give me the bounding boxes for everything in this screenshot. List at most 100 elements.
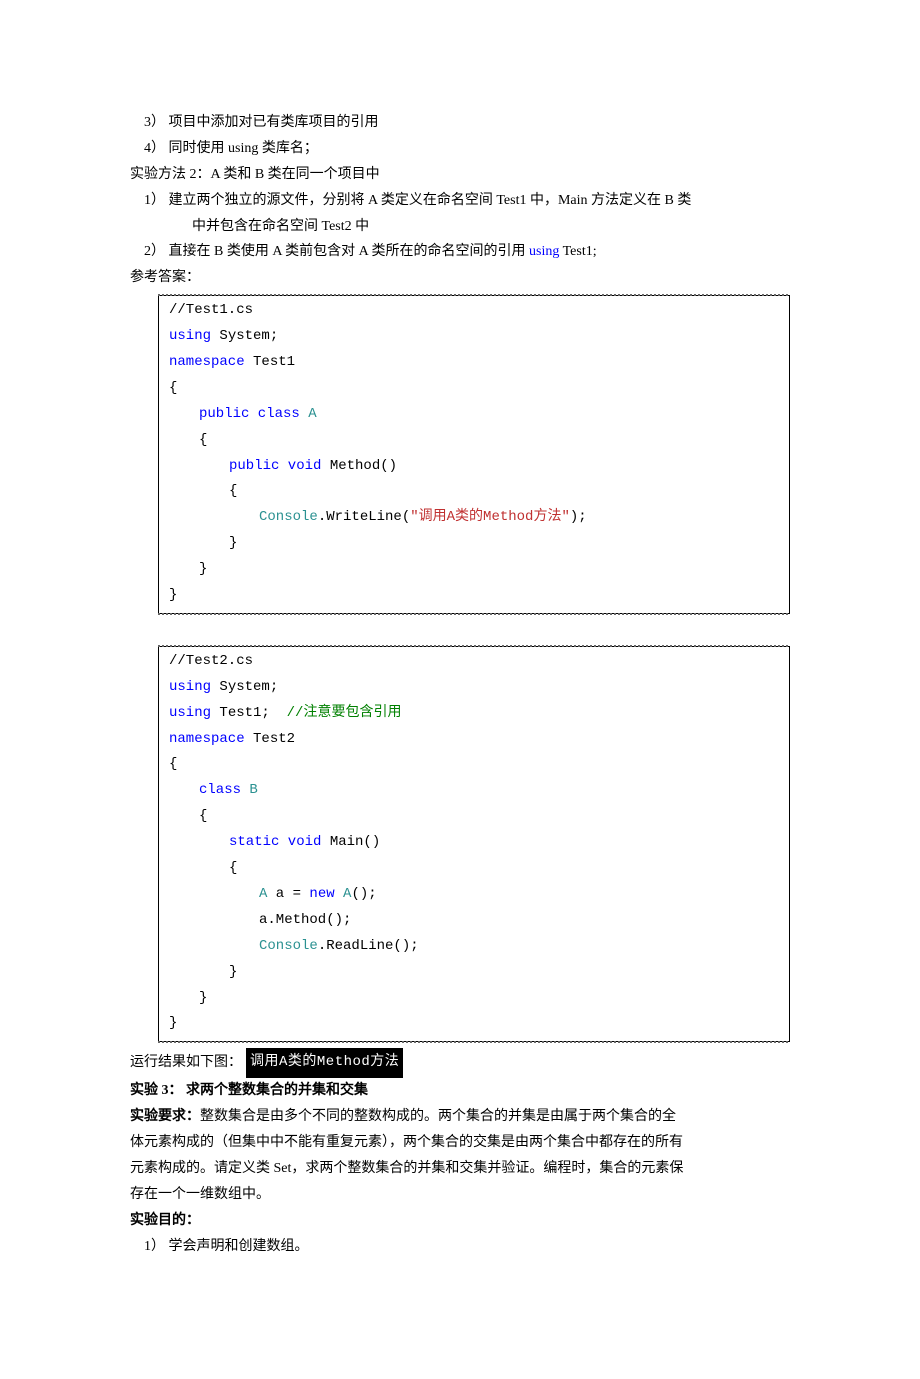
code-line: {: [169, 376, 779, 402]
experiment3-requirement-d: 存在一个一维数组中。: [130, 1182, 790, 1208]
kw-public-class: public class: [199, 406, 300, 422]
text: Test1;: [559, 244, 596, 259]
method2-step1a: 1） 建立两个独立的源文件，分别将 A 类定义在命名空间 Test1 中，Mai…: [130, 188, 790, 214]
kw-new: new: [309, 886, 334, 902]
text: ();: [351, 886, 376, 902]
text: }: [229, 535, 237, 551]
text: 实验目的：: [130, 1213, 200, 1228]
answers-label: 参考答案：: [130, 265, 790, 291]
console-output-badge: 调用A类的Method方法: [246, 1048, 403, 1078]
code-line: public class A: [169, 402, 779, 428]
code-block-test1: //Test1.cs using System; namespace Test1…: [158, 295, 790, 614]
kw-class: class: [199, 782, 241, 798]
list-item-4: 4） 同时使用 using 类库名；: [130, 136, 790, 162]
text: Method(): [321, 458, 397, 474]
type-B: B: [241, 782, 258, 798]
code-line: using System;: [169, 324, 779, 350]
code-line: }: [169, 583, 779, 609]
kw-namespace: namespace: [169, 354, 245, 370]
method2-title: 实验方法 2：A 类和 B 类在同一个项目中: [130, 162, 790, 188]
code-line: namespace Test2: [169, 727, 779, 753]
text: System;: [211, 679, 278, 695]
code-line: Console.ReadLine();: [169, 934, 779, 960]
text: }: [199, 990, 207, 1006]
kw-using: using: [169, 328, 211, 344]
text: {: [169, 380, 177, 396]
run-result-line: 运行结果如下图： 调用A类的Method方法: [130, 1048, 790, 1078]
text: 整数集合是由多个不同的整数构成的。两个集合的并集是由属于两个集合的全: [200, 1109, 676, 1124]
text: 2） 直接在 B 类使用 A 类前包含对 A 类所在的命名空间的引用: [144, 244, 529, 259]
kw-using: using: [169, 679, 211, 695]
method2-step1b: 中并包含在命名空间 Test2 中: [130, 214, 790, 240]
code-block-test2: //Test2.cs using System; using Test1; //…: [158, 646, 790, 1042]
comment: //注意要包含引用: [287, 705, 402, 721]
type-A: A: [335, 886, 352, 902]
text: 实验 3： 求两个整数集合的并集和交集: [130, 1083, 368, 1098]
text: {: [229, 860, 237, 876]
text: 1） 学会声明和创建数组。: [144, 1239, 309, 1254]
text: .WriteLine(: [318, 509, 410, 525]
type-A: A: [300, 406, 317, 422]
type-console: Console: [259, 938, 318, 954]
method2-step2: 2） 直接在 B 类使用 A 类前包含对 A 类所在的命名空间的引用 using…: [130, 239, 790, 265]
text: {: [169, 756, 177, 772]
experiment3-requirement: 实验要求：整数集合是由多个不同的整数构成的。两个集合的并集是由属于两个集合的全: [130, 1104, 790, 1130]
text: }: [169, 1015, 177, 1031]
text: .ReadLine();: [318, 938, 419, 954]
code-line: a.Method();: [169, 908, 779, 934]
experiment3-title: 实验 3： 求两个整数集合的并集和交集: [130, 1078, 790, 1104]
code-line: }: [169, 531, 779, 557]
code-keyword: using: [529, 244, 559, 259]
experiment3-requirement-c: 元素构成的。请定义类 Set，求两个整数集合的并集和交集并验证。编程时，集合的元…: [130, 1156, 790, 1182]
code-line: {: [169, 428, 779, 454]
text: Test1: [245, 354, 295, 370]
text: System;: [211, 328, 278, 344]
text: a.Method();: [259, 912, 351, 928]
kw-namespace: namespace: [169, 731, 245, 747]
code-line: //Test1.cs: [169, 298, 779, 324]
text: 中并包含在命名空间 Test2 中: [192, 219, 369, 234]
code-line: {: [169, 856, 779, 882]
experiment3-purpose-label: 实验目的：: [130, 1208, 790, 1234]
document-page: 3） 项目中添加对已有类库项目的引用 4） 同时使用 using 类库名； 实验…: [0, 0, 920, 1379]
code-line: }: [169, 960, 779, 986]
text: }: [169, 587, 177, 603]
code-line: {: [169, 804, 779, 830]
code-line: using System;: [169, 675, 779, 701]
string-literal: "调用A类的Method方法": [410, 509, 570, 525]
text: Test2: [245, 731, 295, 747]
code-line: {: [169, 752, 779, 778]
text: );: [570, 509, 587, 525]
experiment3-requirement-b: 体元素构成的（但集中中不能有重复元素），两个集合的交集是由两个集合中都存在的所有: [130, 1130, 790, 1156]
text: 元素构成的。请定义类 Set，求两个整数集合的并集和交集并验证。编程时，集合的元…: [130, 1161, 683, 1176]
text: 1） 建立两个独立的源文件，分别将 A 类定义在命名空间 Test1 中，Mai…: [144, 193, 691, 208]
text: 实验方法 2：A 类和 B 类在同一个项目中: [130, 167, 380, 182]
text: }: [199, 561, 207, 577]
kw-using: using: [169, 705, 211, 721]
code-line: //Test2.cs: [169, 649, 779, 675]
code-line: using Test1; //注意要包含引用: [169, 701, 779, 727]
text: 3） 项目中添加对已有类库项目的引用: [144, 115, 379, 130]
experiment3-purpose-1: 1） 学会声明和创建数组。: [130, 1234, 790, 1260]
code-line: A a = new A();: [169, 882, 779, 908]
text: 参考答案：: [130, 270, 200, 285]
text: 4） 同时使用 using 类库名；: [144, 141, 318, 156]
run-label: 运行结果如下图：: [130, 1050, 242, 1076]
text: Test1;: [211, 705, 287, 721]
text: 体元素构成的（但集中中不能有重复元素），两个集合的交集是由两个集合中都存在的所有: [130, 1135, 683, 1150]
req-label: 实验要求：: [130, 1109, 200, 1124]
type-console: Console: [259, 509, 318, 525]
text: //Test2.cs: [169, 653, 253, 669]
code-line: }: [169, 986, 779, 1012]
code-line: public void Method(): [169, 454, 779, 480]
text: {: [229, 483, 237, 499]
text: a =: [267, 886, 309, 902]
code-line: {: [169, 479, 779, 505]
text: {: [199, 432, 207, 448]
code-line: namespace Test1: [169, 350, 779, 376]
code-line: class B: [169, 778, 779, 804]
code-line: }: [169, 557, 779, 583]
text: //Test1.cs: [169, 302, 253, 318]
code-line: Console.WriteLine("调用A类的Method方法");: [169, 505, 779, 531]
text: }: [229, 964, 237, 980]
